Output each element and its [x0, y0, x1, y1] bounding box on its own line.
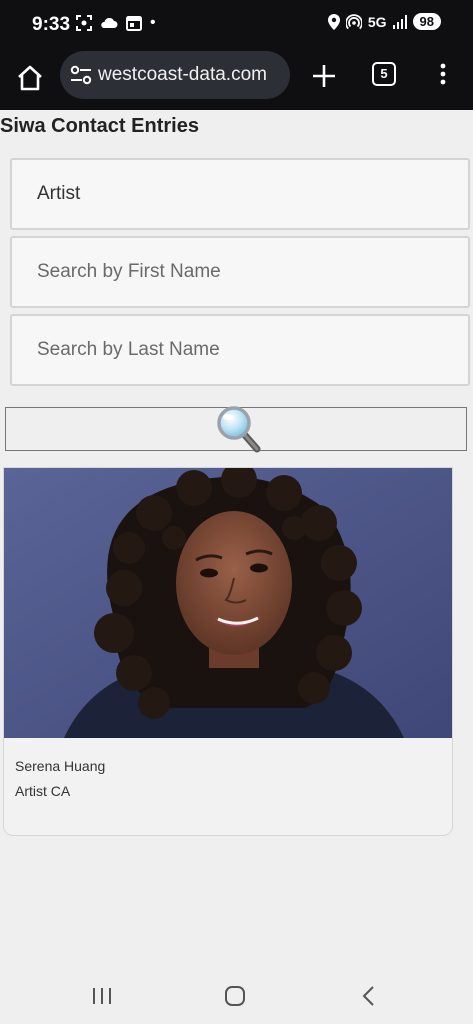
signal-icon — [392, 14, 407, 29]
hotspot-icon — [345, 13, 362, 29]
contact-photo — [4, 468, 452, 738]
contact-subtitle: Artist CA — [15, 783, 71, 799]
last-name-search-input[interactable]: Search by Last Name — [10, 314, 470, 386]
page-title: Siwa Contact Entries — [0, 115, 199, 137]
search-button[interactable] — [5, 406, 467, 453]
contact-card[interactable]: Serena Huang Artist CA — [3, 467, 453, 836]
new-tab-icon[interactable] — [310, 62, 338, 90]
home-nav-icon[interactable] — [223, 984, 247, 1008]
more-menu-icon[interactable] — [434, 62, 452, 86]
tab-switcher-button[interactable]: 5 — [372, 62, 396, 86]
url-bar[interactable]: westcoast-data.com — [60, 51, 290, 99]
browser-toolbar: westcoast-data.com 5 — [0, 50, 473, 110]
first-name-search-input[interactable]: Search by First Name — [10, 236, 470, 308]
screenshot-icon — [76, 15, 92, 31]
location-icon — [327, 13, 340, 30]
recent-apps-icon[interactable] — [90, 986, 114, 1006]
status-time: 9:33 — [32, 14, 71, 35]
network-label: 5G — [367, 13, 387, 30]
calendar-icon — [126, 16, 142, 31]
battery-indicator: 98 — [412, 13, 441, 30]
url-text: westcoast-data.com — [98, 64, 267, 85]
magnifier-icon — [217, 406, 261, 453]
profession-field[interactable]: Artist — [10, 158, 470, 230]
home-icon[interactable] — [14, 62, 46, 94]
status-bar: 9:33 • 5G 98 — [0, 0, 473, 50]
back-icon[interactable] — [358, 984, 378, 1008]
contact-name: Serena Huang — [15, 758, 106, 774]
cloud-icon — [101, 17, 118, 28]
notification-dot: • — [150, 14, 156, 31]
navigation-bar — [0, 968, 473, 1024]
site-settings-icon[interactable] — [70, 65, 92, 85]
